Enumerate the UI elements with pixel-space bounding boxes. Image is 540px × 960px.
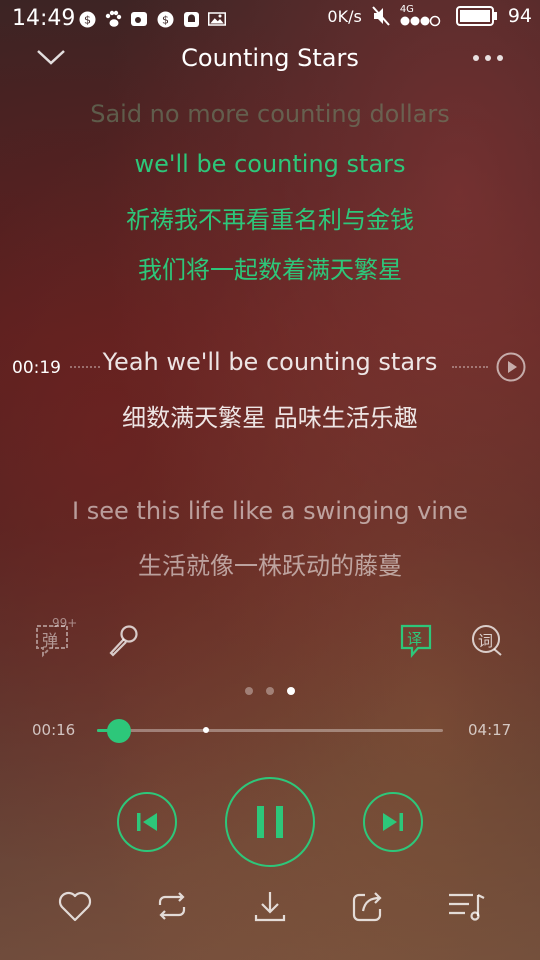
page-dot[interactable] bbox=[245, 687, 253, 695]
svg-text:$: $ bbox=[162, 13, 169, 26]
song-title: Counting Stars bbox=[181, 44, 359, 72]
pause-icon bbox=[257, 806, 283, 838]
notification-icons: $ $ bbox=[78, 10, 226, 28]
lyric-line-current-zh[interactable]: 细数满天繁星 品味生活乐趣 bbox=[0, 398, 540, 433]
elapsed-time: 00:16 bbox=[32, 721, 76, 739]
signal-icon: 4G bbox=[400, 5, 446, 27]
page-indicator bbox=[0, 687, 540, 695]
lyric-line-next-en: I see this life like a swinging vine bbox=[72, 497, 468, 525]
page-dot[interactable] bbox=[266, 687, 274, 695]
next-button[interactable] bbox=[363, 792, 423, 852]
sync-icon: $ bbox=[78, 10, 96, 28]
lyric-line-previous: Said no more counting dollars bbox=[90, 100, 450, 128]
playlist-icon bbox=[449, 893, 485, 921]
page-dot[interactable] bbox=[287, 687, 295, 695]
skip-previous-icon bbox=[137, 813, 157, 831]
repeat-mode-button[interactable] bbox=[153, 889, 191, 923]
battery-icon bbox=[455, 6, 498, 26]
lyric-line-next-zh: 生活就像一株跃动的藤蔓 bbox=[138, 552, 402, 580]
share-icon bbox=[352, 892, 382, 922]
weibo-icon bbox=[130, 10, 148, 28]
lyric-style-label: 词 bbox=[478, 632, 494, 650]
mute-icon bbox=[372, 6, 390, 26]
lyric-line-current-en[interactable]: Yeah we'll be counting stars bbox=[0, 348, 540, 376]
svg-text:$: $ bbox=[84, 13, 91, 26]
danmu-label: 弹 bbox=[42, 631, 59, 650]
progress-thumb[interactable] bbox=[106, 719, 131, 743]
repeat-icon bbox=[158, 892, 186, 920]
skip-next-icon bbox=[383, 813, 403, 831]
playlist-button[interactable] bbox=[447, 889, 487, 923]
status-bar: 14:49 $ $ 0K/s 4G 94 bbox=[0, 0, 540, 38]
more-icon bbox=[473, 55, 503, 61]
download-button[interactable] bbox=[253, 889, 287, 923]
lyric-style-button[interactable]: 词 bbox=[470, 624, 504, 658]
network-type: 4G bbox=[399, 4, 414, 15]
paw-icon bbox=[104, 10, 122, 28]
play-circle-icon bbox=[496, 352, 526, 382]
status-right: 0K/s 4G 94 bbox=[327, 5, 532, 28]
more-button[interactable] bbox=[472, 54, 504, 62]
danmu-count-badge: 99+ bbox=[52, 616, 78, 630]
lyric-line-played-en: we'll be counting stars bbox=[134, 150, 406, 178]
lyric-line-played-zh-2: 我们将一起数着满天繁星 bbox=[138, 256, 402, 284]
karaoke-button[interactable] bbox=[106, 624, 140, 658]
pause-button[interactable] bbox=[225, 777, 315, 867]
translate-label: 译 bbox=[407, 630, 423, 648]
net-speed: 0K/s bbox=[327, 6, 362, 26]
like-button[interactable] bbox=[57, 889, 93, 923]
heart-icon bbox=[58, 891, 92, 922]
microphone-icon bbox=[109, 625, 138, 657]
buffer-marker bbox=[202, 727, 209, 733]
play-from-line-button[interactable] bbox=[496, 352, 526, 382]
sync-icon-2: $ bbox=[156, 10, 174, 28]
lyric-line-played-zh: 祈祷我不再看重名利与金钱 bbox=[126, 206, 414, 234]
previous-button[interactable] bbox=[117, 792, 177, 852]
progress-track[interactable] bbox=[97, 729, 443, 732]
notification-icon bbox=[182, 10, 200, 28]
image-icon bbox=[208, 10, 226, 28]
status-time: 14:49 bbox=[12, 6, 76, 31]
share-button[interactable] bbox=[351, 889, 385, 923]
translate-button[interactable]: 译 bbox=[400, 624, 432, 658]
download-icon bbox=[254, 892, 286, 922]
total-time: 04:17 bbox=[468, 721, 512, 739]
battery-level: 94 bbox=[507, 5, 532, 27]
player-header: Counting Stars bbox=[0, 38, 540, 82]
